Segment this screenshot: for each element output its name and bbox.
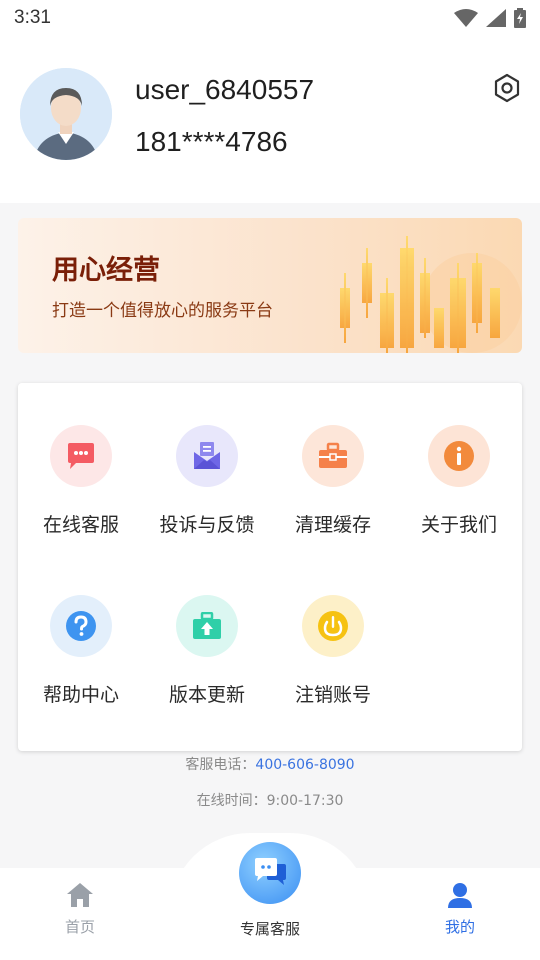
candlestick-illustration bbox=[340, 236, 522, 353]
exclusive-service-button[interactable] bbox=[239, 842, 301, 904]
briefcase-icon bbox=[319, 442, 347, 468]
menu-help-center[interactable]: 帮助中心 bbox=[18, 595, 144, 725]
tab-home[interactable]: 首页 bbox=[40, 882, 120, 937]
user-icon bbox=[448, 883, 472, 908]
chat-bubble-icon bbox=[255, 858, 286, 885]
menu-label: 在线客服 bbox=[42, 514, 119, 536]
promo-banner[interactable]: 用心经营 打造一个值得放心的服务平台 bbox=[18, 218, 522, 353]
battery-icon bbox=[514, 8, 526, 28]
menu-online-service[interactable]: 在线客服 bbox=[18, 425, 144, 555]
info-icon bbox=[444, 441, 474, 471]
menu-grid: 在线客服 投诉与反馈 清理缓存 关于我们 帮助中心 版本更新 注销账号 bbox=[18, 383, 522, 751]
menu-label: 帮助中心 bbox=[42, 684, 119, 706]
service-hours: 在线时间：9:00-17:30 bbox=[196, 793, 344, 809]
menu-circle bbox=[302, 425, 364, 487]
profile-header: user_6840557 181****4786 bbox=[0, 36, 540, 203]
menu-circle bbox=[50, 425, 112, 487]
menu-circle bbox=[428, 425, 490, 487]
menu-clear-cache[interactable]: 清理缓存 bbox=[270, 425, 396, 555]
hotline-number[interactable]: 400-606-8090 bbox=[255, 757, 354, 773]
avatar[interactable] bbox=[20, 68, 112, 160]
status-time: 3:31 bbox=[14, 7, 51, 28]
menu-label: 投诉与反馈 bbox=[159, 514, 255, 536]
menu-label: 关于我们 bbox=[420, 514, 497, 536]
home-icon bbox=[67, 883, 93, 907]
menu-circle bbox=[50, 595, 112, 657]
menu-about-us[interactable]: 关于我们 bbox=[396, 425, 522, 555]
wifi-icon bbox=[454, 9, 478, 27]
menu-cancel-account[interactable]: 注销账号 bbox=[270, 595, 396, 725]
user-avatar-icon bbox=[20, 68, 112, 160]
menu-version-update[interactable]: 版本更新 bbox=[144, 595, 270, 725]
tab-service-label: 专属客服 bbox=[239, 920, 300, 938]
menu-label: 清理缓存 bbox=[294, 514, 371, 536]
question-icon bbox=[66, 611, 96, 641]
menu-label: 版本更新 bbox=[168, 684, 245, 706]
status-bar: 3:31 bbox=[0, 0, 540, 36]
settings-icon[interactable] bbox=[491, 72, 523, 104]
chat-icon bbox=[68, 443, 94, 469]
menu-label: 注销账号 bbox=[294, 684, 371, 706]
signal-icon bbox=[486, 9, 506, 27]
banner-subtitle: 打造一个值得放心的服务平台 bbox=[52, 301, 273, 321]
power-icon bbox=[318, 611, 348, 641]
banner-title: 用心经营 bbox=[52, 255, 160, 286]
upload-icon bbox=[193, 612, 221, 639]
menu-circle bbox=[176, 425, 238, 487]
tab-home-label: 首页 bbox=[64, 918, 95, 936]
mail-icon bbox=[194, 442, 220, 469]
username: user_6840557 bbox=[135, 74, 315, 105]
menu-circle bbox=[302, 595, 364, 657]
tab-mine-label: 我的 bbox=[444, 918, 475, 936]
tab-mine[interactable]: 我的 bbox=[420, 882, 500, 937]
status-icons bbox=[454, 8, 526, 28]
hotline-label: 客服电话： bbox=[185, 757, 256, 773]
phone-number: 181****4786 bbox=[135, 126, 288, 157]
menu-circle bbox=[176, 595, 238, 657]
tab-service[interactable]: 专属客服 bbox=[225, 914, 315, 939]
hotline-row: 客服电话：400-606-8090 bbox=[0, 754, 540, 774]
menu-complaint-feedback[interactable]: 投诉与反馈 bbox=[144, 425, 270, 555]
